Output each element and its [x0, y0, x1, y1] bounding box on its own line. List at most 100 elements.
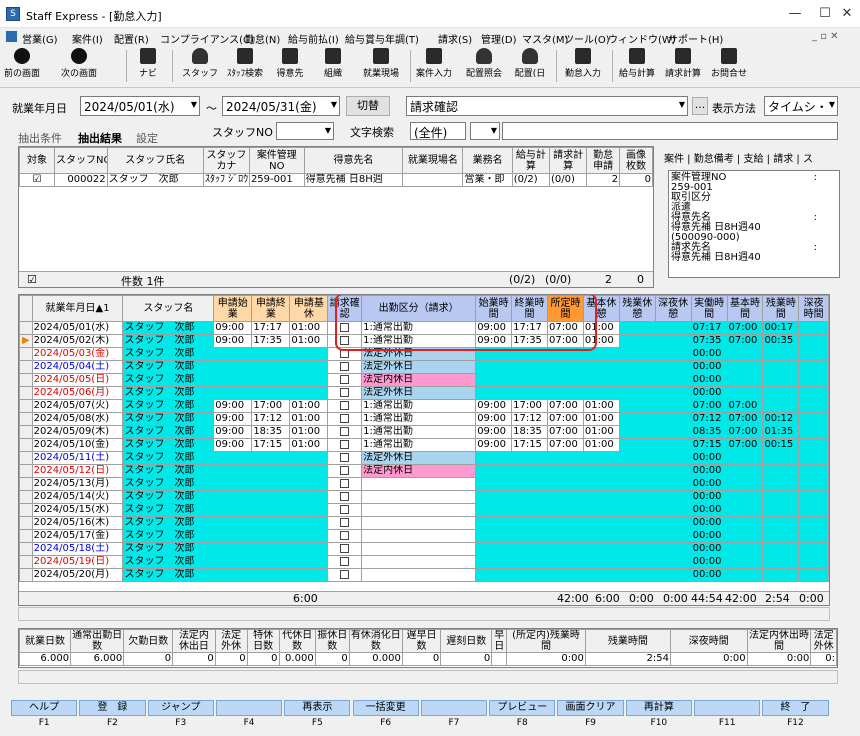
cell-req[interactable] [289, 503, 329, 517]
cell-attend-type[interactable]: 法定外休日 [361, 360, 477, 374]
cell-req[interactable] [251, 503, 291, 517]
cell-req[interactable] [251, 373, 291, 387]
bill-confirm-checkbox[interactable] [327, 412, 363, 426]
cell-req[interactable] [289, 490, 329, 504]
fkey-f1[interactable]: ヘルプ F1 [10, 700, 78, 730]
cell-req[interactable] [289, 542, 329, 556]
row-checkbox[interactable]: ☑ [19, 173, 56, 187]
cell-req[interactable] [213, 542, 253, 556]
cell-req[interactable] [213, 386, 253, 400]
fkey-f10[interactable]: 再計算 F10 [625, 700, 693, 730]
menu-sales[interactable]: 営業(G) [22, 31, 58, 46]
cell-time[interactable] [618, 568, 656, 582]
cell-req[interactable]: 09:00 [213, 321, 253, 335]
cell-time[interactable] [547, 451, 584, 465]
cell-time[interactable]: 17:15 [511, 438, 548, 452]
cell-time[interactable] [582, 451, 620, 465]
table-row[interactable]: 2024/05/12(日) スタッフ 次郎 法定内休日 00:00 [19, 464, 829, 478]
cell-attend-type[interactable] [361, 516, 477, 530]
cell-time[interactable]: 09:00 [475, 399, 513, 413]
menu-support[interactable]: サポート(H) [668, 31, 723, 46]
cell-time[interactable] [618, 542, 656, 556]
cell-req[interactable] [251, 555, 291, 569]
cell-attend-type[interactable]: 1:通常出勤 [361, 438, 477, 452]
cell-time[interactable]: 09:00 [475, 438, 513, 452]
attend-input-button[interactable]: 勤怠入力 [560, 46, 606, 86]
cell-req[interactable] [213, 477, 253, 491]
table-row[interactable]: 2024/05/15(水) スタッフ 次郎 00:00 [19, 503, 829, 517]
fkey-label[interactable]: プレビュー [489, 700, 556, 716]
cell-time[interactable] [547, 386, 584, 400]
bill-confirm-checkbox[interactable] [327, 555, 363, 569]
cell-req[interactable] [213, 503, 253, 517]
cell-req[interactable] [213, 451, 253, 465]
cell-time[interactable] [475, 464, 513, 478]
menu-payroll[interactable]: 給与賞与年調(T) [345, 31, 419, 46]
bill-confirm-checkbox[interactable] [327, 477, 363, 491]
fkey-f11[interactable]: F11 [693, 700, 761, 730]
cell-time[interactable] [654, 373, 692, 387]
cell-time[interactable] [582, 516, 620, 530]
fkey-f7[interactable]: F7 [420, 700, 488, 730]
bill-confirm-checkbox[interactable] [327, 373, 363, 387]
cell-time[interactable] [511, 360, 548, 374]
table-row[interactable]: 2024/05/10(金) スタッフ 次郎 09:00 17:15 01:00 1:通常出… [19, 438, 829, 452]
cell-req[interactable] [289, 373, 329, 387]
cell-time[interactable] [654, 321, 692, 335]
text-search-input[interactable] [502, 122, 838, 140]
cell-time[interactable]: 01:00 [582, 412, 620, 426]
cell-req[interactable] [213, 529, 253, 543]
display-select[interactable]: タイムシ・ [764, 96, 838, 116]
cell-time[interactable]: 17:12 [511, 412, 548, 426]
cell-time[interactable] [511, 516, 548, 530]
table-row[interactable]: 2024/05/20(月) スタッフ 次郎 00:00 [19, 568, 829, 582]
cell-time[interactable] [511, 490, 548, 504]
cell-time[interactable]: 01:00 [582, 399, 620, 413]
fkey-f12[interactable]: 終 了 F12 [761, 700, 829, 730]
inquiry-button[interactable]: お問合せ [706, 46, 752, 86]
cell-time[interactable] [582, 542, 620, 556]
cell-time[interactable] [582, 568, 620, 582]
cell-time[interactable] [654, 516, 692, 530]
cell-req[interactable] [289, 529, 329, 543]
menu-window[interactable]: ウィンドウ(W) [608, 31, 676, 46]
cell-time[interactable] [511, 451, 548, 465]
cell-req[interactable]: 17:17 [251, 321, 291, 335]
cell-req[interactable] [289, 464, 329, 478]
bill-confirm-checkbox[interactable] [327, 490, 363, 504]
cell-time[interactable] [582, 477, 620, 491]
col-work-date[interactable]: 就業年月日▲1 [31, 295, 124, 322]
table-row[interactable]: 2024/05/18(土) スタッフ 次郎 00:00 [19, 542, 829, 556]
cell-time[interactable] [654, 555, 692, 569]
fkey-f2[interactable]: 登 録 F2 [78, 700, 146, 730]
cell-time[interactable] [654, 477, 692, 491]
table-row[interactable]: 2024/05/14(火) スタッフ 次郎 00:00 [19, 490, 829, 504]
cell-time[interactable] [654, 425, 692, 439]
cell-time[interactable] [475, 386, 513, 400]
menu-assign[interactable]: 配置(R) [114, 31, 149, 46]
tab-attend-note[interactable]: 勤怠備考 [694, 154, 734, 165]
fkey-label[interactable]: ヘルプ [11, 700, 78, 716]
cell-time[interactable] [547, 542, 584, 556]
cell-time[interactable] [511, 542, 548, 556]
navi-button[interactable]: ナビ [134, 46, 162, 86]
cell-attend-type[interactable] [361, 503, 477, 517]
menu-case[interactable]: 案件(I) [72, 31, 103, 46]
tab-payment[interactable]: 支給 [743, 154, 763, 165]
table-row[interactable]: ☑ 000022 スタッフ 次郎 ｽﾀｯﾌ ｼﾞﾛｳ 259-001 得意先補 … [19, 173, 653, 187]
tab-extract-result[interactable]: 抽出結果 [78, 130, 122, 146]
cell-req[interactable] [251, 360, 291, 374]
bill-calc-button[interactable]: 請求計算 [660, 46, 706, 86]
table-row[interactable]: 2024/05/08(水) スタッフ 次郎 09:00 17:12 01:00 1:通常出… [19, 412, 829, 426]
cell-time[interactable] [475, 503, 513, 517]
fkey-label[interactable] [694, 700, 761, 716]
cell-req[interactable] [251, 568, 291, 582]
cell-time[interactable] [475, 542, 513, 556]
bill-confirm-checkbox[interactable] [327, 386, 363, 400]
cell-req[interactable] [213, 555, 253, 569]
fkey-f8[interactable]: プレビュー F8 [488, 700, 556, 730]
menu-manage[interactable]: 管理(D) [481, 31, 517, 46]
table-row[interactable]: 2024/05/05(日) スタッフ 次郎 法定内休日 00:00 [19, 373, 829, 387]
cell-time[interactable] [654, 503, 692, 517]
cell-attend-type[interactable]: 法定外休日 [361, 451, 477, 465]
